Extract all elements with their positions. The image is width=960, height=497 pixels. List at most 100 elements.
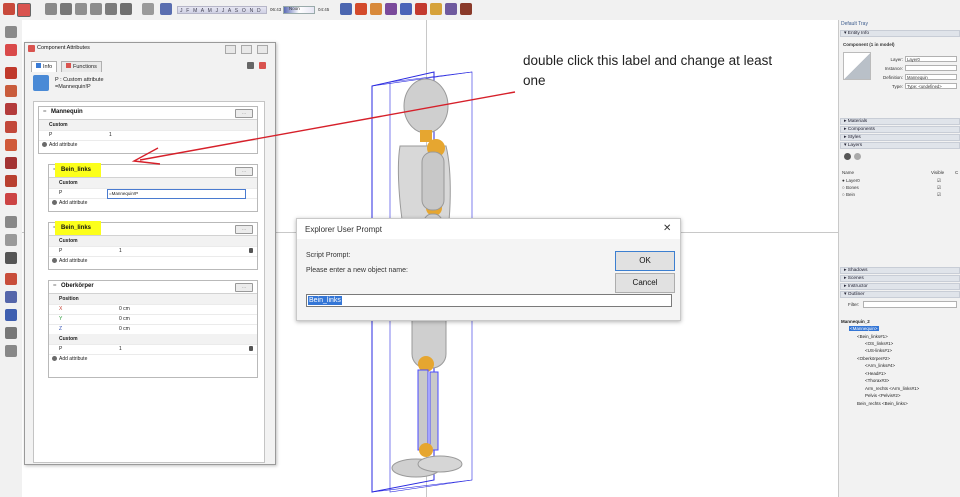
component-name[interactable]: Mannequin xyxy=(51,109,83,115)
outliner-filter-input[interactable] xyxy=(863,301,957,308)
layer-row[interactable]: ● Layer0 xyxy=(842,178,860,183)
push-pull-icon[interactable] xyxy=(5,157,17,169)
collapse-toggle[interactable]: = xyxy=(53,283,57,289)
right-view-icon[interactable] xyxy=(90,3,102,15)
layer-row[interactable]: ○ Bein xyxy=(842,192,855,197)
panel-outliner[interactable]: ▾ Outliner xyxy=(840,291,960,298)
delete-attribute-icon[interactable] xyxy=(249,248,253,253)
previous-view-icon[interactable] xyxy=(415,3,427,15)
component-name[interactable]: Oberkörper xyxy=(61,283,94,289)
remove-layer-icon[interactable] xyxy=(854,153,861,160)
pan-icon[interactable] xyxy=(355,3,367,15)
rectangle-icon[interactable] xyxy=(5,85,17,97)
axes-tool-icon[interactable] xyxy=(5,345,17,357)
tape-measure-icon[interactable] xyxy=(5,216,17,228)
circle-icon[interactable] xyxy=(5,103,17,115)
orbit-tool-icon[interactable] xyxy=(5,291,17,303)
top-view-icon[interactable] xyxy=(60,3,72,15)
ok-button[interactable]: OK xyxy=(615,251,675,271)
close-button[interactable] xyxy=(257,45,268,54)
component-header[interactable]: = Bein_links ··· xyxy=(49,163,257,178)
component-attributes-titlebar[interactable]: Component Attributes xyxy=(25,43,275,55)
component-header[interactable]: = Oberkörper ··· xyxy=(49,281,257,294)
outliner-item-selected[interactable]: <Mannequin> xyxy=(849,326,879,331)
zoom-window-icon[interactable] xyxy=(385,3,397,15)
toggle-formula-icon[interactable] xyxy=(259,62,266,69)
component-tool-icon[interactable] xyxy=(17,3,31,17)
zoom-extents-icon[interactable] xyxy=(400,3,412,15)
prompt-titlebar[interactable]: Explorer User Prompt ✕ xyxy=(297,219,680,239)
zoom-tool-icon[interactable] xyxy=(5,309,17,321)
position-camera-icon[interactable] xyxy=(460,3,472,15)
back-view-icon[interactable] xyxy=(105,3,117,15)
select-tool-icon[interactable] xyxy=(3,3,15,15)
outliner-item[interactable]: <Bein_links#1> xyxy=(857,334,888,339)
component-header[interactable]: = Bein_links ··· xyxy=(49,221,257,236)
panel-instructor[interactable]: ▸ Instructor xyxy=(840,283,960,290)
front-view-icon[interactable] xyxy=(75,3,87,15)
iso-view-icon[interactable] xyxy=(45,3,57,15)
visible-checkbox[interactable]: ☑ xyxy=(937,192,941,198)
left-view-icon[interactable] xyxy=(120,3,132,15)
layer-row[interactable]: ○ Bones xyxy=(842,185,859,190)
shadow-date-strip[interactable]: J F M A M J J A S O N D xyxy=(177,6,267,14)
add-layer-icon[interactable] xyxy=(844,153,851,160)
type-input[interactable]: Type: <undefined> xyxy=(905,83,957,89)
protractor-icon[interactable] xyxy=(5,252,17,264)
component-name[interactable]: Bein_links xyxy=(55,221,102,235)
attribute-value[interactable]: 1 xyxy=(109,130,112,140)
visible-checkbox[interactable]: ☑ xyxy=(937,185,941,191)
tab-functions[interactable]: Functions xyxy=(61,61,102,72)
component-options-button[interactable]: ··· xyxy=(235,109,253,118)
add-attribute-row[interactable]: Add attribute xyxy=(39,140,257,150)
attribute-value[interactable]: 0 cm xyxy=(119,304,130,314)
select-icon[interactable] xyxy=(5,26,17,38)
component-header[interactable]: = Mannequin ··· xyxy=(39,107,257,120)
component-name[interactable]: Bein_links xyxy=(55,163,102,177)
walk-tool-icon[interactable] xyxy=(5,327,17,339)
outliner-item[interactable]: Bein_rechts <Bein_links> xyxy=(857,401,908,406)
attribute-value[interactable]: 0 cm xyxy=(119,324,130,334)
panel-scenes[interactable]: ▸ Scenes xyxy=(840,275,960,282)
follow-me-icon[interactable] xyxy=(5,175,17,187)
add-attribute-label[interactable]: Add attribute xyxy=(59,256,87,266)
xray-icon[interactable] xyxy=(142,3,154,15)
zoom-icon[interactable] xyxy=(370,3,382,15)
component-options-button[interactable]: ··· xyxy=(235,167,253,176)
panel-shadows[interactable]: ▸ Shadows xyxy=(840,267,960,274)
add-attribute-row[interactable]: Add attribute xyxy=(49,198,257,208)
eraser-icon[interactable] xyxy=(5,44,17,56)
outliner-item[interactable]: <Oberkörper#2> xyxy=(857,356,890,361)
add-attribute-label[interactable]: Add attribute xyxy=(59,354,87,364)
panel-materials[interactable]: ▸ Materials xyxy=(840,118,960,125)
outliner-item[interactable]: Pelvis <Pelvis#2> xyxy=(865,393,901,398)
cancel-button[interactable]: Cancel xyxy=(615,273,675,293)
components-list[interactable]: = Mannequin ··· Custom P1 Add attribute … xyxy=(33,101,265,463)
delete-attribute-icon[interactable] xyxy=(249,346,253,351)
maximize-button[interactable] xyxy=(241,45,252,54)
add-attribute-label[interactable]: Add attribute xyxy=(59,198,87,208)
object-name-input[interactable]: Bein_links xyxy=(306,294,672,307)
freehand-icon[interactable] xyxy=(5,67,17,79)
walk-icon[interactable] xyxy=(430,3,442,15)
add-attribute-row[interactable]: Add attribute xyxy=(49,256,257,266)
panel-layers[interactable]: ▾ Layers xyxy=(840,142,960,149)
minimize-button[interactable] xyxy=(225,45,236,54)
close-icon[interactable]: ✕ xyxy=(663,223,671,234)
component-options-button[interactable]: ··· xyxy=(235,225,253,234)
arc-icon[interactable] xyxy=(5,121,17,133)
tab-info[interactable]: Info xyxy=(31,61,58,72)
attribute-value[interactable]: 1 xyxy=(119,246,122,256)
dimension-icon[interactable] xyxy=(5,234,17,246)
layer-select[interactable]: Layer0 xyxy=(905,56,957,62)
panel-entity-info[interactable]: ▾ Entity Info xyxy=(840,30,960,37)
outliner-item[interactable]: <Thorax#3> xyxy=(865,378,889,383)
outliner-item[interactable]: <US-links#1> xyxy=(865,348,892,353)
move-icon[interactable] xyxy=(5,193,17,205)
add-attribute-label[interactable]: Add attribute xyxy=(49,140,77,150)
panel-components[interactable]: ▸ Components xyxy=(840,126,960,133)
orbit-icon[interactable] xyxy=(340,3,352,15)
attribute-value[interactable]: 1 xyxy=(119,344,122,354)
instance-input[interactable] xyxy=(905,65,957,71)
panel-styles[interactable]: ▸ Styles xyxy=(840,134,960,141)
